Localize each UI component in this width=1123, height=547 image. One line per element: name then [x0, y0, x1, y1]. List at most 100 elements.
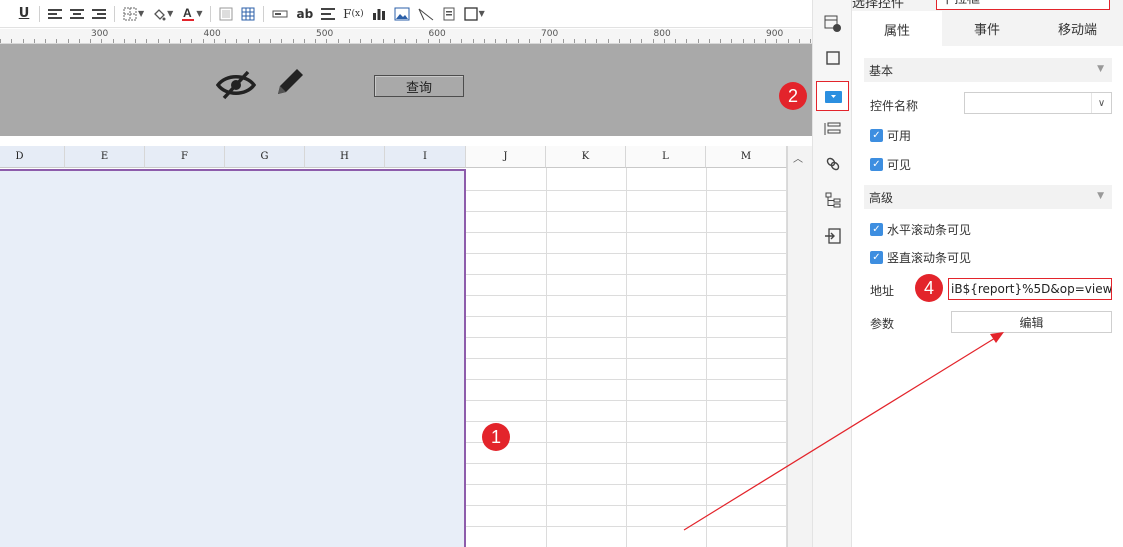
image-button[interactable]	[391, 3, 413, 25]
ruler-tick	[731, 39, 733, 43]
selected-cell-range[interactable]	[0, 169, 466, 547]
widget-selector-label: 选择控件	[852, 0, 905, 11]
widget-selector[interactable]: 下拉框	[936, 0, 1110, 10]
widget-settings-tab-active[interactable]	[816, 81, 849, 111]
ruler-tick	[416, 39, 418, 43]
column-gridline	[706, 168, 707, 547]
widget-list-icon[interactable]	[822, 118, 844, 140]
ruler-tick	[56, 39, 58, 43]
visible-checkbox[interactable]: ✓	[870, 158, 883, 171]
ruler-tick	[0, 39, 1, 43]
vscroll-checkbox-row[interactable]: ✓ 竖直滚动条可见	[870, 249, 971, 266]
widget-selector-row: 选择控件 下拉框	[852, 0, 1123, 11]
tab-events[interactable]: 事件	[942, 11, 1032, 46]
url-field[interactable]: iB${report}%5D&op=view	[948, 278, 1112, 300]
ruler-tick	[326, 39, 328, 43]
hscroll-checkbox[interactable]: ✓	[870, 223, 883, 236]
frame-icon[interactable]	[822, 47, 844, 69]
enabled-checkbox[interactable]: ✓	[870, 129, 883, 142]
ruler-tick	[810, 39, 811, 43]
hscroll-label: 水平滚动条可见	[887, 223, 972, 237]
column-header[interactable]: I	[385, 146, 466, 168]
column-header[interactable]: H	[305, 146, 385, 168]
text-field-button[interactable]	[269, 3, 291, 25]
pencil-icon[interactable]	[272, 64, 308, 100]
svg-text:A: A	[183, 6, 192, 20]
ruler-label: 600	[428, 29, 446, 39]
align-left-button[interactable]	[45, 3, 65, 25]
ruler-tick	[247, 39, 249, 43]
parameter-panel[interactable]: 查询	[0, 44, 812, 136]
underline-button[interactable]: U	[14, 3, 34, 25]
font-color-icon: A	[182, 6, 195, 21]
align-left-icon	[48, 8, 62, 19]
column-header[interactable]: F	[145, 146, 225, 168]
ruler-tick	[506, 39, 508, 43]
ruler-tick	[573, 39, 575, 43]
chevron-down-icon: ▼	[1097, 191, 1104, 201]
chart-button[interactable]	[369, 3, 389, 25]
merge-cell-button[interactable]	[216, 3, 236, 25]
ruler-tick	[585, 39, 586, 43]
hyperlink-icon[interactable]	[822, 153, 844, 175]
widget-name-field[interactable]: ∨	[964, 92, 1112, 114]
section-advanced[interactable]: 高级 ▼	[864, 185, 1112, 209]
chevron-down-icon[interactable]: ∨	[1091, 93, 1111, 113]
paint-bucket-icon	[154, 8, 166, 20]
vscroll-checkbox[interactable]: ✓	[870, 251, 883, 264]
import-icon[interactable]	[822, 225, 844, 247]
formula-button[interactable]: F (x)	[340, 3, 366, 25]
frame-button[interactable]: ▼	[461, 3, 488, 25]
horizontal-ruler: 300 400 500 600 700 800 900	[0, 29, 812, 44]
ruler-tick	[191, 39, 193, 43]
visible-checkbox-row[interactable]: ✓ 可见	[870, 156, 911, 173]
edit-params-button[interactable]: 编辑	[951, 311, 1112, 333]
column-header[interactable]: M	[706, 146, 787, 168]
ruler-label: 800	[653, 29, 671, 39]
column-header[interactable]: J	[466, 146, 546, 168]
ruler-tick	[472, 39, 474, 43]
table-icon	[241, 7, 255, 20]
vertical-scrollbar[interactable]: ︿	[787, 146, 812, 547]
border-button[interactable]: ▼	[120, 3, 147, 25]
ruler-tick	[495, 39, 496, 43]
chevron-down-icon: ▼	[196, 9, 203, 18]
ruler-tick	[686, 39, 688, 43]
column-header[interactable]: E	[65, 146, 145, 168]
hscroll-checkbox-row[interactable]: ✓ 水平滚动条可见	[870, 221, 971, 238]
section-basic[interactable]: 基本 ▼	[864, 58, 1112, 82]
ruler-tick	[225, 39, 226, 43]
column-header[interactable]: K	[546, 146, 626, 168]
align-right-button[interactable]	[89, 3, 109, 25]
document-icon	[443, 7, 455, 20]
cell-attributes-icon[interactable]	[822, 13, 844, 35]
font-color-button[interactable]: A ▼	[178, 3, 205, 25]
toolbar-divider	[114, 5, 115, 22]
ruler-tick	[596, 39, 598, 43]
tree-structure-icon[interactable]	[822, 189, 844, 211]
sub-report-button[interactable]	[439, 3, 459, 25]
slash-button[interactable]	[415, 3, 437, 25]
table-button[interactable]	[238, 3, 258, 25]
align-center-button[interactable]	[67, 3, 87, 25]
ruler-tick	[258, 39, 260, 43]
list-button[interactable]	[318, 3, 338, 25]
scroll-up-icon[interactable]: ︿	[793, 150, 803, 165]
column-header[interactable]: G	[225, 146, 305, 168]
format-toolbar: U ▼ ▼ A ▼ ab F (x) ▼	[0, 0, 812, 28]
column-header[interactable]: D	[0, 146, 65, 168]
column-header[interactable]: L	[626, 146, 706, 168]
tab-properties[interactable]: 属性	[852, 11, 942, 46]
eye-hidden-icon[interactable]	[216, 70, 256, 100]
chevron-down-icon: ▼	[478, 9, 485, 18]
ruler-tick	[303, 39, 305, 43]
ruler-tick	[765, 39, 766, 43]
label-button[interactable]: ab	[293, 3, 316, 25]
ruler-tick	[337, 39, 339, 43]
report-sheet[interactable]: DEFGHIJKLM	[0, 146, 787, 547]
fill-color-button[interactable]: ▼	[149, 3, 176, 25]
enabled-checkbox-row[interactable]: ✓ 可用	[870, 127, 911, 144]
tab-mobile[interactable]: 移动端	[1032, 11, 1123, 46]
ruler-tick	[540, 39, 541, 43]
query-button[interactable]: 查询	[374, 75, 464, 97]
